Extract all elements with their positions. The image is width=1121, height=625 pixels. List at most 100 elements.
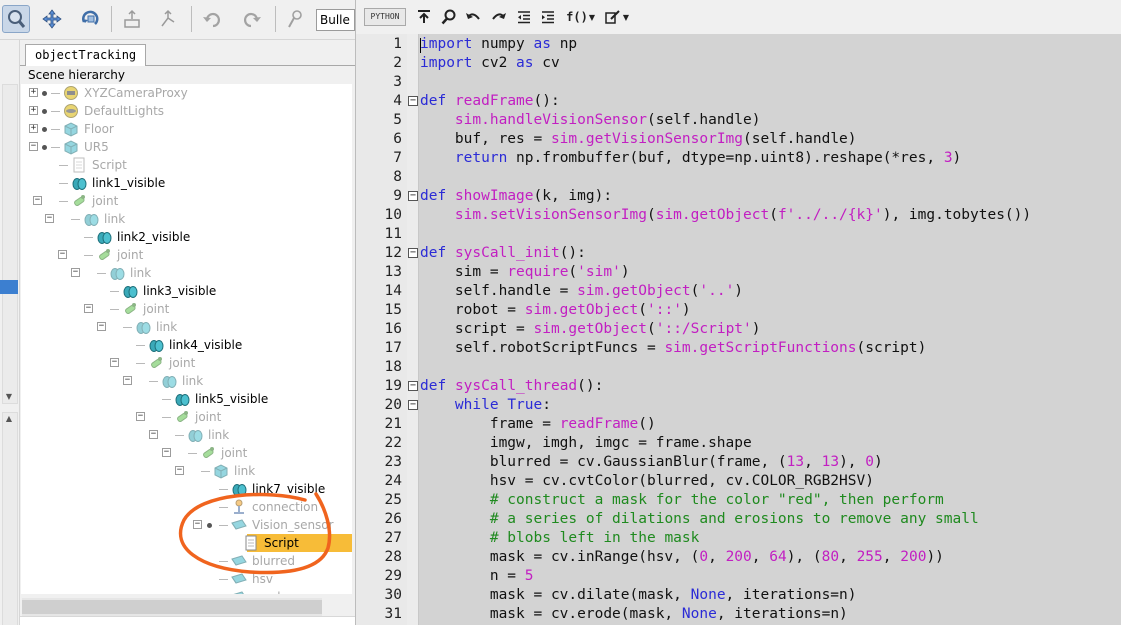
tree-row[interactable]: link4_visible: [21, 336, 352, 354]
upload-icon[interactable]: [416, 8, 432, 26]
tree-row[interactable]: − joint: [21, 444, 352, 462]
fold-toggle[interactable]: −: [408, 248, 418, 258]
function-dropdown-icon[interactable]: ▼: [588, 8, 596, 26]
redo-icon[interactable]: [490, 8, 508, 26]
tree-row[interactable]: − link: [21, 462, 352, 480]
collapse-toggle[interactable]: −: [162, 448, 171, 457]
camera-pan-button[interactable]: [2, 5, 30, 33]
tree-row[interactable]: mask: [21, 588, 352, 594]
code-line[interactable]: 17 self.robotScriptFuncs = sim.getScript…: [356, 339, 1121, 358]
tree-row[interactable]: Script: [21, 156, 352, 174]
redo-button[interactable]: [238, 5, 266, 33]
collapse-toggle[interactable]: −: [97, 322, 106, 331]
tree-row[interactable]: − link: [21, 264, 352, 282]
code-line[interactable]: 24 hsv = cv.cvtColor(blurred, cv.COLOR_R…: [356, 472, 1121, 491]
tree-row[interactable]: link5_visible: [21, 390, 352, 408]
collapse-toggle[interactable]: −: [58, 250, 67, 259]
tab-objecttracking[interactable]: objectTracking: [25, 44, 147, 66]
side-scrollbar-bottom[interactable]: [2, 412, 18, 625]
scroll-up-arrow[interactable]: ▲: [3, 414, 15, 424]
tree-row[interactable]: link3_visible: [21, 282, 352, 300]
code-line[interactable]: 11: [356, 225, 1121, 244]
code-line[interactable]: 20− while True:: [356, 396, 1121, 415]
scroll-down-arrow[interactable]: ▼: [3, 392, 15, 402]
collapse-toggle[interactable]: −: [123, 376, 132, 385]
collapse-toggle[interactable]: −: [110, 358, 119, 367]
function-list-button[interactable]: f(): [566, 8, 588, 26]
fold-toggle[interactable]: −: [408, 400, 418, 410]
code-line[interactable]: 13 sim = require('sim'): [356, 263, 1121, 282]
collapse-toggle[interactable]: −: [136, 412, 145, 421]
code-line[interactable]: 10 sim.setVisionSensorImg(sim.getObject(…: [356, 206, 1121, 225]
code-line[interactable]: 1 import numpy as np: [356, 35, 1121, 54]
code-line[interactable]: 12− def sysCall_init():: [356, 244, 1121, 263]
tree-row[interactable]: − link: [21, 372, 352, 390]
code-line[interactable]: 18: [356, 358, 1121, 377]
code-line[interactable]: 23 blurred = cv.GaussianBlur(frame, (13,…: [356, 453, 1121, 472]
collapse-toggle[interactable]: −: [175, 466, 184, 475]
tree-row[interactable]: − UR5: [21, 138, 352, 156]
tree-row[interactable]: blurred: [21, 552, 352, 570]
indent-icon[interactable]: [540, 8, 556, 26]
tree-row[interactable]: link1_visible: [21, 174, 352, 192]
collapse-toggle[interactable]: −: [29, 142, 38, 151]
code-line[interactable]: 19− def sysCall_thread():: [356, 377, 1121, 396]
code-line[interactable]: 27 # blobs left in the mask: [356, 529, 1121, 548]
code-line[interactable]: 9− def showImage(k, img):: [356, 187, 1121, 206]
code-line[interactable]: 30 mask = cv.dilate(mask, None, iteratio…: [356, 586, 1121, 605]
tree-row[interactable]: Script: [245, 534, 352, 552]
code-area[interactable]: 1 import numpy as np 2 import cv2 as cv 3 4− d…: [356, 34, 1121, 625]
undo-button[interactable]: [198, 5, 226, 33]
unindent-icon[interactable]: [516, 8, 532, 26]
tree-row[interactable]: − joint: [21, 246, 352, 264]
code-line[interactable]: 22 imgw, imgh, imgc = frame.shape: [356, 434, 1121, 453]
expand-toggle[interactable]: +: [29, 106, 38, 115]
tree-row[interactable]: link7_visible: [21, 480, 352, 498]
code-line[interactable]: 5 sim.handleVisionSensor(self.handle): [356, 111, 1121, 130]
tree-row[interactable]: − link: [21, 426, 352, 444]
fold-toggle[interactable]: −: [408, 191, 418, 201]
code-line[interactable]: 15 robot = sim.getObject('::'): [356, 301, 1121, 320]
code-line[interactable]: 31 mask = cv.erode(mask, None, iteration…: [356, 605, 1121, 624]
tree-row[interactable]: − joint: [21, 192, 352, 210]
object-rotate-button[interactable]: [76, 5, 104, 33]
tree-row[interactable]: hsv: [21, 570, 352, 588]
code-line[interactable]: 28 mask = cv.inRange(hsv, (0, 200, 64), …: [356, 548, 1121, 567]
search-icon[interactable]: [440, 8, 458, 26]
assemble-button[interactable]: [118, 5, 146, 33]
hierarchy-hscroll-thumb[interactable]: [22, 600, 322, 614]
code-line[interactable]: 16 script = sim.getObject('::/Script'): [356, 320, 1121, 339]
tree-row[interactable]: − joint: [21, 300, 352, 318]
hierarchy-tree[interactable]: + XYZCameraProxy + DefaultLights + Floor − UR5 S…: [21, 84, 352, 594]
tree-row[interactable]: − joint: [21, 408, 352, 426]
code-line[interactable]: 8: [356, 168, 1121, 187]
code-line[interactable]: 2 import cv2 as cv: [356, 54, 1121, 73]
fold-toggle[interactable]: −: [408, 381, 418, 391]
tree-row[interactable]: − link: [21, 318, 352, 336]
tree-row[interactable]: + XYZCameraProxy: [21, 84, 352, 102]
fold-toggle[interactable]: −: [408, 96, 418, 106]
collapse-toggle[interactable]: −: [33, 196, 42, 205]
collapse-toggle[interactable]: −: [193, 520, 202, 529]
undo-icon[interactable]: [464, 8, 482, 26]
collapse-toggle[interactable]: −: [149, 430, 158, 439]
tree-row[interactable]: link2_visible: [21, 228, 352, 246]
tree-row[interactable]: connection: [21, 498, 352, 516]
code-line[interactable]: 21 frame = readFrame(): [356, 415, 1121, 434]
snippets-icon[interactable]: [604, 8, 622, 26]
collapse-toggle[interactable]: −: [71, 268, 80, 277]
collapse-toggle[interactable]: −: [84, 304, 93, 313]
dynamics-content-button[interactable]: [282, 5, 310, 33]
engine-select[interactable]: Bulle: [316, 9, 355, 31]
expand-toggle[interactable]: +: [29, 124, 38, 133]
snippets-dropdown-icon[interactable]: ▼: [622, 8, 630, 26]
tree-row[interactable]: − joint: [21, 354, 352, 372]
side-scrollbar-top[interactable]: [2, 84, 18, 404]
code-line[interactable]: 4− def readFrame():: [356, 92, 1121, 111]
code-line[interactable]: 14 self.handle = sim.getObject('..'): [356, 282, 1121, 301]
tree-row[interactable]: + Floor: [21, 120, 352, 138]
tree-row[interactable]: − Vision_sensor: [21, 516, 352, 534]
transfer-dna-button[interactable]: [154, 5, 182, 33]
code-line[interactable]: 6 buf, res = sim.getVisionSensorImg(self…: [356, 130, 1121, 149]
expand-toggle[interactable]: +: [29, 88, 38, 97]
